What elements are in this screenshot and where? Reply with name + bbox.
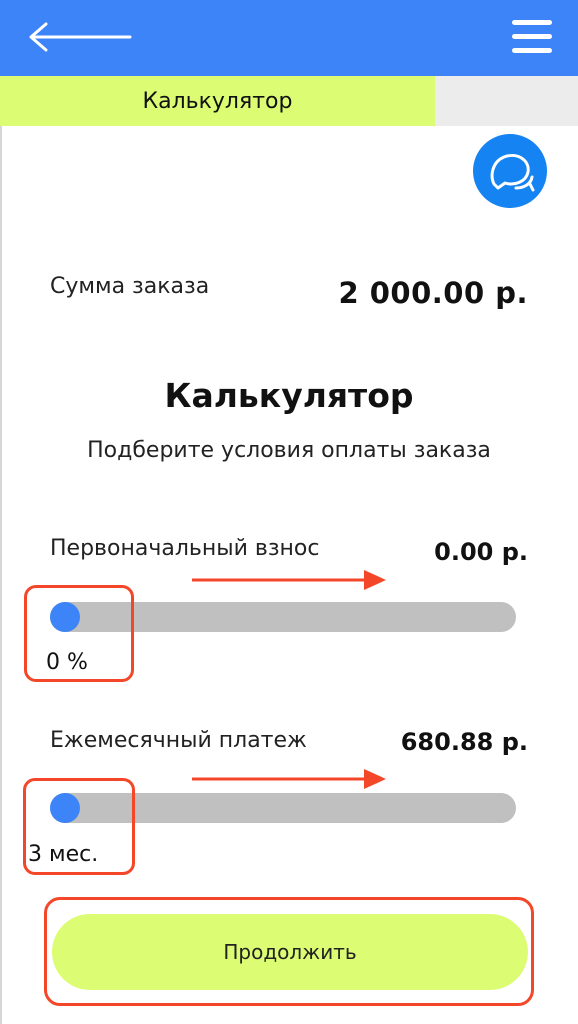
hamburger-menu-icon[interactable] bbox=[512, 16, 554, 56]
down-payment-slider[interactable] bbox=[50, 602, 516, 632]
arrow-right-icon bbox=[192, 769, 386, 789]
term-slider-thumb[interactable] bbox=[50, 793, 80, 823]
down-payment-label: Первоначальный взнос bbox=[50, 536, 320, 561]
calculator-title: Калькулятор bbox=[164, 376, 414, 415]
monthly-payment-value: 680.88 р. bbox=[400, 728, 528, 756]
monthly-payment-label: Ежемесячный платеж bbox=[50, 728, 307, 753]
down-payment-value: 0.00 р. bbox=[434, 538, 528, 566]
down-payment-percent: 0 % bbox=[46, 650, 88, 675]
calculator-subtitle: Подберите условия оплаты заказа bbox=[87, 438, 491, 463]
term-slider[interactable] bbox=[50, 793, 516, 823]
order-sum-value: 2 000.00 р. bbox=[338, 276, 528, 310]
app-bar bbox=[0, 0, 578, 76]
tab-calculator[interactable]: Калькулятор bbox=[0, 76, 435, 126]
term-months: 3 мес. bbox=[28, 842, 99, 867]
arrow-left-icon[interactable] bbox=[26, 20, 134, 54]
continue-button[interactable]: Продолжить bbox=[52, 914, 528, 990]
down-payment-slider-thumb[interactable] bbox=[50, 602, 80, 632]
chat-button[interactable] bbox=[473, 134, 547, 208]
order-sum-label: Сумма заказа bbox=[50, 274, 210, 299]
tab-strip: Калькулятор bbox=[0, 76, 578, 126]
chat-bubbles-icon bbox=[490, 154, 535, 192]
arrow-right-icon bbox=[192, 570, 386, 590]
content-left-border bbox=[0, 126, 2, 1024]
